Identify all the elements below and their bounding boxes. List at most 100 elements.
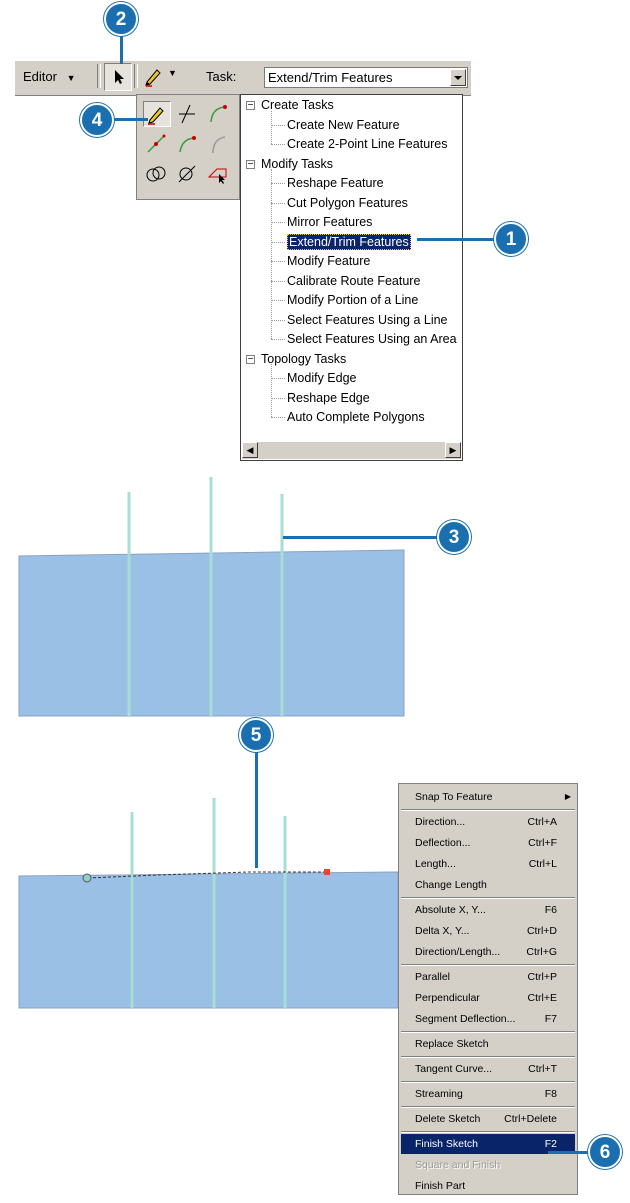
tree-item-label: Reshape Feature — [287, 176, 384, 190]
task-combobox[interactable]: Extend/Trim Features — [264, 67, 468, 88]
tree-item[interactable]: Calibrate Route Feature — [287, 273, 420, 289]
menu-item[interactable]: Parallel Ctrl+P — [401, 967, 575, 987]
menu-item-label: Streaming — [415, 1088, 463, 1100]
menu-item-label: Delete Sketch — [415, 1113, 481, 1125]
map-view-sketch — [18, 798, 399, 1009]
tree-item-label: Create New Feature — [287, 117, 400, 132]
scroll-left-button[interactable]: ◀ — [242, 442, 258, 458]
menu-separator — [401, 964, 575, 966]
tangent-curve-tool[interactable] — [205, 131, 233, 157]
tree-connector — [271, 183, 285, 184]
menu-item[interactable]: Snap To Feature ▶ — [401, 787, 575, 807]
menu-item-label: Snap To Feature — [415, 791, 493, 803]
menu-item[interactable]: Delta X, Y... Ctrl+D — [401, 921, 575, 941]
menu-item[interactable]: Absolute X, Y... F6 — [401, 900, 575, 920]
direction-distance-tool[interactable] — [174, 161, 202, 187]
tree-item[interactable]: Create New Feature — [287, 117, 400, 133]
menu-item[interactable]: Finish Part — [401, 1176, 575, 1196]
tree-group[interactable]: Topology Tasks — [261, 351, 346, 367]
menu-item-shortcut: Ctrl+L — [528, 858, 557, 870]
combo-dropdown-button[interactable] — [450, 69, 466, 86]
tree-item[interactable]: Reshape Edge — [287, 390, 370, 406]
trace-icon — [207, 168, 227, 184]
arc-tool[interactable] — [205, 101, 233, 127]
tree-item[interactable]: Select Features Using an Area — [287, 331, 457, 347]
tree-connector — [271, 417, 285, 418]
tree-item-label: Extend/Trim Features — [287, 233, 411, 250]
tree-connector — [271, 202, 285, 204]
tree-item[interactable]: Modify Feature — [287, 253, 370, 269]
direction-distance-icon — [178, 165, 196, 183]
menu-item[interactable]: Segment Deflection... F7 — [401, 1009, 575, 1029]
menu-item[interactable]: Change Length — [401, 875, 575, 895]
callout-3: 3 — [437, 520, 471, 554]
end-point-arc-tool[interactable] — [174, 131, 202, 157]
menu-item-label: Deflection... — [415, 837, 471, 849]
menu-item[interactable]: Perpendicular Ctrl+E — [401, 988, 575, 1008]
callout-leader — [255, 750, 258, 868]
editor-menu[interactable]: Editor ▼ — [23, 69, 76, 86]
menu-item[interactable]: Replace Sketch — [401, 1034, 575, 1054]
tangent-curve-icon — [212, 136, 226, 154]
menu-item-shortcut: F8 — [544, 1088, 557, 1100]
tree-item[interactable]: Modify Portion of a Line — [287, 292, 418, 308]
tree-connector — [271, 397, 285, 399]
collapse-icon[interactable]: − — [246, 159, 255, 169]
tree-item[interactable]: Auto Complete Polygons — [287, 409, 425, 425]
menu-item[interactable]: Tangent Curve... Ctrl+T — [401, 1059, 575, 1079]
tree-connector — [271, 300, 285, 301]
tree-connector — [271, 319, 285, 321]
menu-item-shortcut: Ctrl+F — [528, 837, 557, 849]
sketch-tool-palette — [136, 94, 240, 200]
tree-connector — [271, 144, 285, 145]
menu-item[interactable]: Delete Sketch Ctrl+Delete — [401, 1109, 575, 1129]
edit-tool-button[interactable] — [104, 63, 132, 91]
scroll-right-button[interactable]: ▶ — [445, 442, 461, 458]
intersection-tool[interactable] — [174, 101, 202, 127]
menu-item-label: Tangent Curve... — [415, 1063, 493, 1075]
tree-item[interactable]: Modify Edge — [287, 370, 356, 386]
callout-leader — [548, 1151, 590, 1154]
midpoint-tool[interactable] — [143, 131, 171, 157]
menu-separator — [401, 1106, 575, 1108]
menu-item-shortcut: Ctrl+T — [528, 1063, 557, 1075]
tree-item[interactable]: Extend/Trim Features — [287, 233, 411, 250]
menu-item[interactable]: Direction/Length... Ctrl+G — [401, 942, 575, 962]
collapse-icon[interactable]: − — [246, 354, 255, 364]
tree-item[interactable]: Select Features Using a Line — [287, 312, 448, 328]
tree-item[interactable]: Create 2-Point Line Features — [287, 136, 448, 152]
collapse-icon[interactable]: − — [246, 101, 255, 111]
menu-separator — [401, 897, 575, 899]
horizontal-scrollbar[interactable]: ◀ ▶ — [242, 442, 461, 459]
distance-distance-icon — [146, 166, 166, 182]
callout-6: 6 — [588, 1135, 622, 1169]
callout-leader — [111, 118, 148, 121]
chevron-down-icon — [454, 76, 462, 80]
sketch-pencil-icon — [148, 107, 164, 125]
trace-tool[interactable] — [205, 161, 233, 187]
tree-item[interactable]: Cut Polygon Features — [287, 195, 408, 211]
tree-item[interactable]: Mirror Features — [287, 214, 372, 230]
tree-item-label: Cut Polygon Features — [287, 195, 408, 210]
sketch-end-vertex[interactable] — [324, 869, 330, 875]
end-point-arc-icon — [179, 136, 196, 153]
menu-item-shortcut: Ctrl+E — [527, 992, 557, 1004]
menu-item[interactable]: Direction... Ctrl+A — [401, 812, 575, 832]
tree-item[interactable]: Reshape Feature — [287, 175, 384, 191]
menu-item[interactable]: Length... Ctrl+L — [401, 854, 575, 874]
tree-connector — [271, 364, 272, 417]
task-label: Task: — [206, 69, 237, 84]
menu-item-label: Direction... — [415, 816, 466, 828]
submenu-arrow-icon: ▶ — [564, 792, 571, 801]
menu-item-label: Perpendicular — [415, 992, 480, 1004]
menu-item[interactable]: Streaming F8 — [401, 1084, 575, 1104]
sketch-start-vertex[interactable] — [82, 873, 92, 883]
distance-distance-tool[interactable] — [143, 161, 171, 187]
pencil-icon — [145, 69, 161, 87]
sketch-tool-dropdown[interactable]: ▼ — [142, 64, 182, 88]
callout-1: 1 — [494, 222, 528, 256]
tree-connector — [271, 378, 285, 379]
sketch-pencil-tool[interactable] — [143, 101, 171, 127]
menu-item[interactable]: Deflection... Ctrl+F — [401, 833, 575, 853]
tree-item-label: Calibrate Route Feature — [287, 273, 421, 288]
